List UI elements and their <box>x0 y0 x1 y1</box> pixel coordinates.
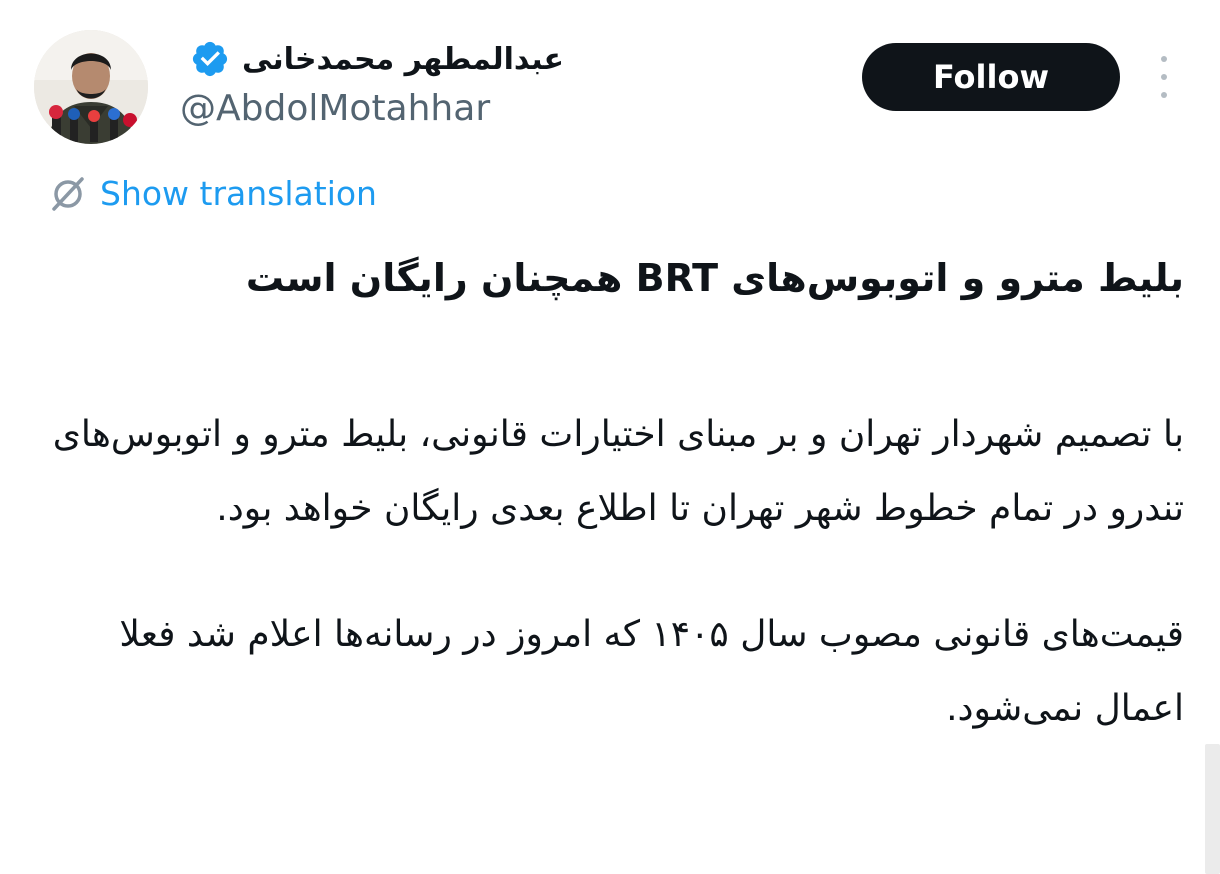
tweet-header: عبدالمطهر محمدخانی @AbdolMotahhar Follow <box>0 0 1220 160</box>
verified-badge-icon <box>192 41 228 77</box>
translate-icon <box>52 177 84 211</box>
author-name-row: عبدالمطهر محمدخانی <box>190 34 564 84</box>
author-display-name[interactable]: عبدالمطهر محمدخانی <box>242 42 564 77</box>
show-translation-label[interactable]: Show translation <box>100 174 377 213</box>
more-options-icon[interactable] <box>1148 56 1180 98</box>
more-dot <box>1161 74 1167 80</box>
author-avatar[interactable] <box>34 30 148 144</box>
tweet-title: بلیط مترو و اتوبوس‌های BRT همچنان رایگان… <box>245 256 1184 300</box>
show-translation-link[interactable]: Show translation <box>46 170 377 216</box>
follow-button[interactable]: Follow <box>862 43 1120 111</box>
avatar-photo <box>34 30 148 144</box>
tweet-body: بلیط مترو و اتوبوس‌های BRT همچنان رایگان… <box>34 246 1184 746</box>
tweet-paragraph-2: قیمت‌های قانونی مصوب سال ۱۴۰۵ که امروز د… <box>119 614 1184 729</box>
scrollbar[interactable] <box>1205 744 1220 874</box>
more-dot <box>1161 56 1167 62</box>
tweet-paragraph-1: با تصمیم شهردار تهران و بر مبنای اختیارا… <box>52 414 1184 529</box>
author-handle[interactable]: @AbdolMotahhar <box>180 88 490 129</box>
more-dot <box>1161 92 1167 98</box>
